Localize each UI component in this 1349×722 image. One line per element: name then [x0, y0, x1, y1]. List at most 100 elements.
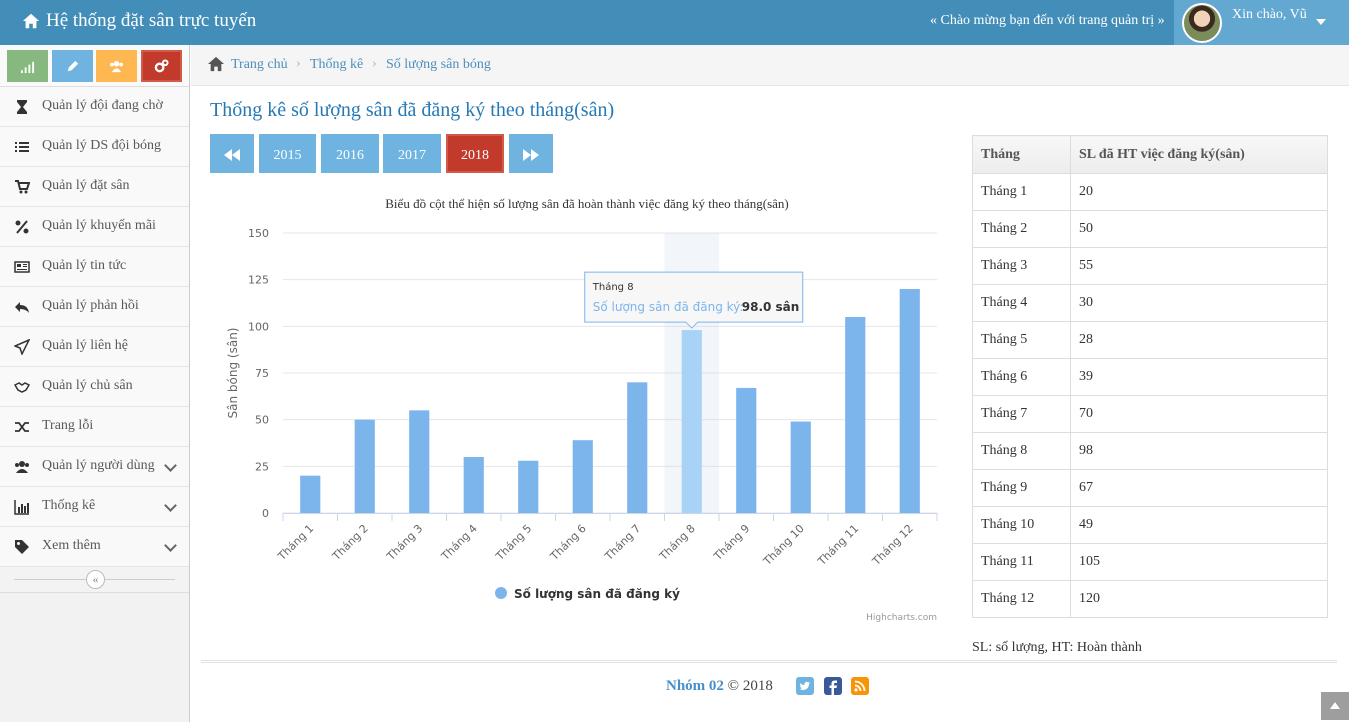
breadcrumb-current: Số lượng sân bóng — [386, 57, 491, 72]
chevron-down-icon — [164, 499, 177, 512]
user-greeting: Xin chào, Vũ — [1232, 7, 1307, 22]
chart-x-tick-label: Tháng 8 — [656, 522, 698, 564]
table-row: Tháng 11 105 — [972, 543, 1328, 581]
footer-group: Nhóm 02 — [666, 678, 724, 694]
sidebar-item-promotions[interactable]: Quản lý khuyến mãi — [0, 207, 189, 247]
chart-x-tick-label: Tháng 7 — [602, 522, 644, 564]
year-button-2015[interactable]: 2015 — [259, 134, 316, 173]
facebook-icon[interactable] — [824, 677, 842, 695]
twitter-icon[interactable] — [796, 677, 814, 695]
chart-bar[interactable] — [627, 382, 648, 513]
chart-bar[interactable] — [681, 330, 702, 513]
breadcrumb-statistics[interactable]: Thống kê — [310, 57, 363, 73]
sidebar-item-error-page[interactable]: Trang lỗi — [0, 407, 189, 447]
handshake-icon — [14, 382, 30, 393]
table-cell-month: Tháng 1 — [972, 173, 1071, 211]
tooltip-value: 98.0 sân — [742, 300, 800, 314]
sidebar-item-waiting-teams[interactable]: Quản lý đội đang chờ — [0, 87, 189, 127]
breadcrumb-home[interactable]: Trang chủ — [231, 57, 288, 73]
stats-table: Tháng SL đã HT việc đăng ký(sân) Tháng 1… — [972, 135, 1328, 618]
sidebar-item-feedback[interactable]: Quản lý phản hồi — [0, 287, 189, 327]
pencil-icon[interactable] — [52, 50, 93, 82]
table-cell-month: Tháng 5 — [972, 321, 1071, 359]
page-title: Thống kê số lượng sân đã đăng ký theo th… — [210, 99, 615, 121]
chart-credits[interactable]: Highcharts.com — [866, 613, 937, 623]
brand-title: Hệ thống đặt sân trực tuyến — [46, 10, 257, 31]
table-cell-month: Tháng 7 — [972, 395, 1071, 433]
breadcrumb: Trang chủ › Thống kê › Số lượng sân bóng — [191, 45, 1349, 86]
chart-bar[interactable] — [463, 457, 484, 513]
sidebar-item-statistics[interactable]: Thống kê — [0, 487, 189, 527]
sidebar-item-users[interactable]: Quản lý người dùng — [0, 447, 189, 487]
sidebar-item-booking[interactable]: Quản lý đặt sân — [0, 167, 189, 207]
rss-icon[interactable] — [851, 677, 869, 695]
table-cell-month: Tháng 6 — [972, 358, 1071, 396]
table-cell-count: 39 — [1070, 358, 1328, 396]
table-row: Tháng 5 28 — [972, 321, 1328, 359]
table-cell-month: Tháng 2 — [972, 210, 1071, 248]
sidebar-collapse-row: « — [0, 567, 189, 593]
prev-year-button[interactable] — [210, 134, 254, 173]
footer-divider — [201, 660, 1337, 663]
chart-bar[interactable] — [354, 419, 375, 513]
home-icon — [22, 13, 40, 29]
chart-bar[interactable] — [409, 410, 430, 513]
scroll-to-top-button[interactable] — [1321, 692, 1349, 720]
table-row: Tháng 6 39 — [972, 358, 1328, 396]
chart-bar[interactable] — [518, 460, 539, 513]
chart-bar[interactable] — [790, 421, 811, 513]
chart-bar[interactable] — [899, 289, 920, 513]
cogs-icon[interactable] — [141, 50, 182, 82]
chart-bar[interactable] — [572, 440, 593, 513]
table-cell-count: 67 — [1070, 469, 1328, 507]
tooltip-series: Số lượng sân đã đăng ký: — [593, 300, 744, 314]
sidebar-item-more[interactable]: Xem thêm — [0, 527, 189, 567]
brand[interactable]: Hệ thống đặt sân trực tuyến — [22, 10, 256, 32]
send-icon — [14, 339, 30, 355]
users-icon[interactable] — [96, 50, 137, 82]
chart-y-tick-label: 100 — [248, 320, 269, 333]
chart-x-tick-label: Tháng 12 — [869, 522, 916, 569]
legend-marker[interactable] — [495, 587, 507, 599]
next-year-button[interactable] — [509, 134, 553, 173]
tooltip-category: Tháng 8 — [592, 281, 634, 293]
chart-title: Biểu đồ cột thể hiện số lượng sân đã hoà… — [385, 196, 788, 211]
year-button-2016[interactable]: 2016 — [321, 134, 379, 173]
cart-icon — [15, 180, 30, 194]
chart-bar[interactable] — [845, 317, 866, 513]
table-header-row: Tháng SL đã HT việc đăng ký(sân) — [972, 135, 1328, 174]
footer-copyright: © 2018 — [727, 678, 773, 694]
year-button-2018[interactable]: 2018 — [446, 134, 504, 173]
breadcrumb-separator: › — [372, 56, 377, 71]
chart-x-tick-label: Tháng 5 — [493, 522, 535, 564]
sidebar-item-contact[interactable]: Quản lý liên hệ — [0, 327, 189, 367]
year-button-2017[interactable]: 2017 — [383, 134, 441, 173]
table-cell-count: 120 — [1070, 580, 1328, 618]
table-note: SL: số lượng, HT: Hoàn thành — [972, 640, 1142, 655]
sidebar-item-news[interactable]: Quản lý tin tức — [0, 247, 189, 287]
chart-y-ticks: 0 25 50 75 100 125 150 — [248, 227, 269, 520]
signal-icon[interactable] — [7, 50, 48, 82]
table-cell-count: 105 — [1070, 543, 1328, 581]
sidebar-shortcuts — [0, 45, 189, 87]
chart-bar[interactable] — [736, 387, 757, 513]
chart-x-tick-label: Tháng 11 — [815, 522, 862, 569]
sidebar-collapse-button[interactable]: « — [86, 570, 105, 589]
table-cell-count: 20 — [1070, 173, 1328, 211]
sidebar-item-teams[interactable]: Quản lý DS đội bóng — [0, 127, 189, 167]
chart-x-tick-label: Tháng 10 — [760, 522, 807, 569]
table-row: Tháng 12 120 — [972, 580, 1328, 618]
random-icon — [15, 422, 29, 432]
top-navbar: Hệ thống đặt sân trực tuyến « Chào mừng … — [0, 0, 1349, 45]
table-cell-count: 98 — [1070, 432, 1328, 470]
user-menu[interactable]: Xin chào, Vũ — [1174, 0, 1349, 45]
table-header-count: SL đã HT việc đăng ký(sân) — [1070, 135, 1328, 174]
legend-label[interactable]: Số lượng sân đã đăng ký — [514, 587, 680, 601]
chart-bar[interactable] — [300, 475, 321, 513]
table-cell-count: 28 — [1070, 321, 1328, 359]
chart-x-tick-label: Tháng 9 — [711, 522, 753, 564]
chart-y-tick-label: 0 — [262, 507, 269, 520]
chart-x-tick-label: Tháng 4 — [438, 522, 480, 564]
sidebar-item-owners[interactable]: Quản lý chủ sân — [0, 367, 189, 407]
list-icon — [15, 142, 29, 152]
